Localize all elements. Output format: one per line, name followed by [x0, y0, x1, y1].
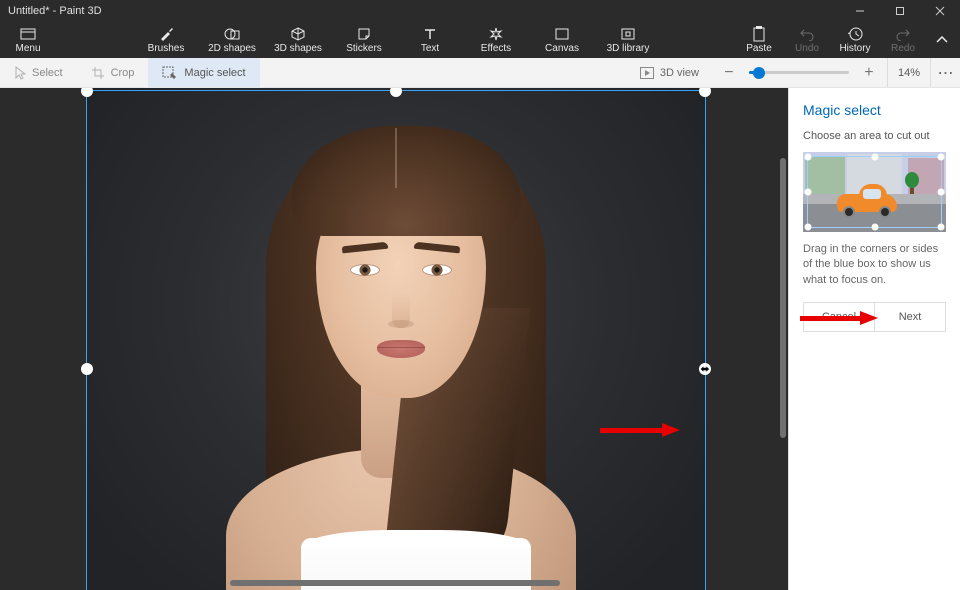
effects-icon [488, 26, 504, 42]
select-tool[interactable]: Select [0, 58, 77, 87]
canvas-area[interactable]: ⬌ [0, 88, 788, 590]
panel-instructions: Drag in the corners or sides of the blue… [803, 242, 946, 288]
window-title: Untitled* - Paint 3D [8, 5, 102, 17]
maximize-button[interactable] [880, 0, 920, 22]
side-panel: Magic select Choose an area to cut out D… [788, 88, 960, 590]
close-button[interactable] [920, 0, 960, 22]
stickers-tab[interactable]: Stickers [340, 22, 388, 58]
redo-icon [895, 26, 911, 42]
history-icon [847, 26, 863, 42]
preview-image [803, 152, 946, 232]
3d-library-tab[interactable]: 3D library [604, 22, 652, 58]
secondary-toolbar: Select Crop Magic select 3D view − + 14%… [0, 58, 960, 88]
annotation-arrow-canvas [600, 423, 680, 437]
vertical-scrollbar[interactable] [780, 158, 786, 438]
next-button[interactable]: Next [874, 303, 945, 331]
zoom-percentage[interactable]: 14% [887, 58, 930, 87]
zoom-slider[interactable] [749, 71, 849, 74]
effects-tab[interactable]: Effects [472, 22, 520, 58]
ribbon-collapse-button[interactable] [930, 22, 954, 58]
zoom-control: − + [711, 58, 887, 87]
paste-button[interactable]: Paste [738, 22, 780, 58]
history-button[interactable]: History [834, 22, 876, 58]
library-3d-icon [620, 26, 636, 42]
cancel-button[interactable]: Cancel [804, 303, 874, 331]
text-icon [422, 26, 438, 42]
shapes-3d-icon [290, 26, 306, 42]
2d-shapes-tab[interactable]: 2D shapes [208, 22, 256, 58]
cursor-icon [14, 66, 26, 80]
undo-button[interactable]: Undo [786, 22, 828, 58]
redo-button[interactable]: Redo [882, 22, 924, 58]
paste-icon [751, 26, 767, 42]
shapes-2d-icon [224, 26, 240, 42]
3d-shapes-tab[interactable]: 3D shapes [274, 22, 322, 58]
horizontal-scrollbar[interactable] [230, 580, 560, 586]
ribbon: Menu Brushes 2D shapes 3D shapes Sticker… [0, 22, 960, 58]
canvas-icon [554, 26, 570, 42]
crop-icon [91, 66, 105, 80]
undo-icon [799, 26, 815, 42]
magic-select-icon [162, 66, 178, 80]
panel-title: Magic select [803, 102, 946, 118]
text-tab[interactable]: Text [406, 22, 454, 58]
brushes-tab[interactable]: Brushes [142, 22, 190, 58]
panel-subtitle: Choose an area to cut out [803, 130, 946, 142]
title-bar: Untitled* - Paint 3D [0, 0, 960, 22]
zoom-out-button[interactable]: − [719, 63, 739, 83]
brush-icon [158, 26, 174, 42]
panel-button-row: Cancel Next [803, 302, 946, 332]
play-3d-icon [640, 67, 654, 79]
zoom-in-button[interactable]: + [859, 63, 879, 83]
more-options-button[interactable]: ⋯ [930, 58, 960, 87]
minimize-button[interactable] [840, 0, 880, 22]
menu-label: Menu [15, 43, 40, 54]
canvas-image [86, 88, 706, 590]
stickers-icon [356, 26, 372, 42]
menu-icon [20, 26, 36, 42]
3d-view-toggle[interactable]: 3D view [628, 58, 711, 87]
magic-select-tool[interactable]: Magic select [148, 58, 259, 87]
menu-button[interactable]: Menu [0, 22, 56, 58]
canvas-tab[interactable]: Canvas [538, 22, 586, 58]
crop-tool[interactable]: Crop [77, 58, 149, 87]
